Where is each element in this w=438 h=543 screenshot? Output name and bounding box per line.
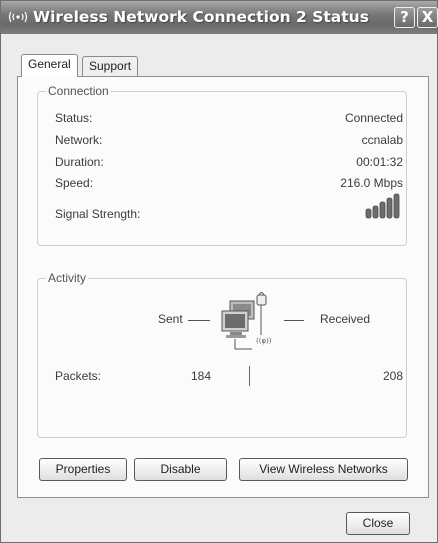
view-wireless-networks-button[interactable]: View Wireless Networks [239,458,408,481]
received-connector-line [284,320,304,321]
status-dialog: Wireless Network Connection 2 Status ? X… [0,0,438,543]
dialog-body: General Support Connection Status: Conne… [5,34,433,540]
signal-bar-3 [379,201,386,219]
activity-group: Activity Sent ((φ)) Received Packets: 18… [37,271,407,438]
signal-strength-label: Signal Strength: [55,207,141,221]
signal-bar-1 [365,208,372,219]
status-value: Connected [344,111,403,125]
help-button[interactable]: ? [394,7,415,28]
speed-label: Speed: [55,176,94,190]
disable-button[interactable]: Disable [134,458,227,481]
wireless-signal-icon [8,11,28,23]
duration-label: Duration: [55,155,104,169]
received-label: Received [320,312,371,326]
packets-label: Packets: [55,369,102,383]
properties-button[interactable]: Properties [39,458,127,481]
svg-text:((φ)): ((φ)) [256,337,272,345]
tab-support[interactable]: Support [82,56,139,77]
general-tab-panel: Connection Status: Connected Network: cc… [17,76,429,498]
network-value: ccnalab [361,133,403,147]
packets-divider [249,366,250,386]
activity-group-label: Activity [46,271,89,285]
network-computers-icon: ((φ)) [221,292,272,350]
window-title: Wireless Network Connection 2 Status [33,8,369,26]
duration-value: 00:01:32 [356,155,403,169]
connection-group-label: Connection [46,84,111,98]
speed-value: 216.0 Mbps [340,176,403,190]
title-bar[interactable]: Wireless Network Connection 2 Status ? X [1,1,438,34]
packets-received-value: 208 [382,369,403,383]
tab-general[interactable]: General [21,54,78,77]
status-label: Status: [55,111,93,125]
network-label: Network: [55,133,103,147]
title-close-button[interactable]: X [417,7,438,28]
signal-bar-5 [393,193,400,219]
sent-label: Sent [158,312,183,326]
connection-group: Connection Status: Connected Network: cc… [37,84,407,246]
packets-sent-value: 184 [190,369,211,383]
sent-connector-line [188,320,210,321]
signal-strength-icon [365,193,400,219]
close-button[interactable]: Close [346,512,410,535]
signal-bar-2 [372,205,379,219]
signal-bar-4 [386,197,393,219]
